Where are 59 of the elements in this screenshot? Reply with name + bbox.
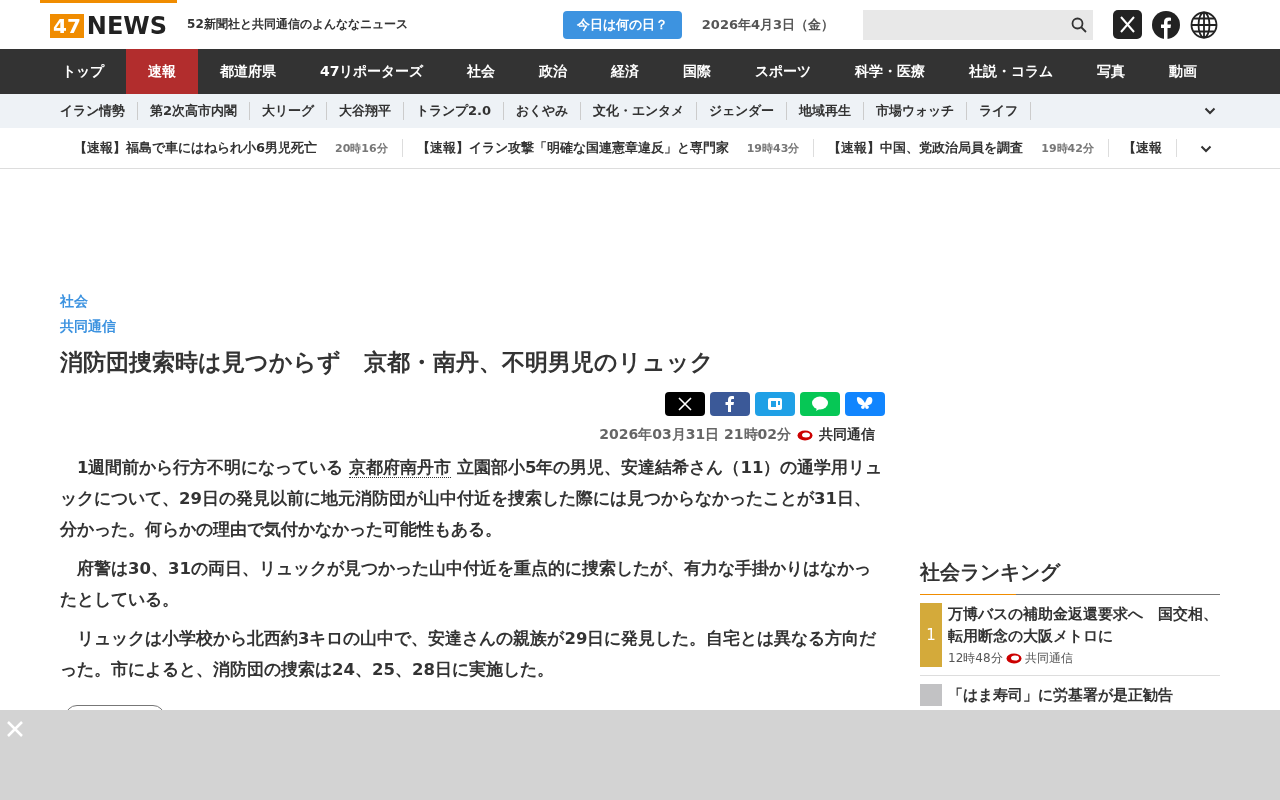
article-title: 消防団捜索時は見つからず 京都・南丹、不明男児のリュック [60,348,715,377]
article-paragraph: 1週間前から行方不明になっている 京都府南丹市 立園部小5年の男児、安達結希さん（11）の通学用リュックについて、29日の発見以前に地元消防団が山中付近を捜索した際には見つからなかったことが31日、分かった。何らかの理由で気付かなかった可能性もある。 [60,457,884,541]
nav-tab[interactable]: 速報 [126,49,198,94]
x-icon[interactable] [1113,10,1142,39]
nav-tab[interactable]: 都道府県 [198,49,298,94]
chevron-down-icon[interactable] [1204,107,1216,115]
topic-link[interactable]: 文化・エンタメ [581,102,698,120]
topic-link[interactable]: 市場ウォッチ [864,102,968,120]
breaking-news-link[interactable]: 【速報】中国、党政治局員を調査 [828,139,1024,157]
chevron-down-icon[interactable] [1200,145,1212,153]
publisher-name: 共同通信 [819,426,875,444]
bookmark-share-button[interactable] [755,392,795,416]
ranking-title: 社会ランキング [920,559,1220,595]
x-icon [678,397,692,411]
nav-tab[interactable]: 社説・コラム [947,49,1076,94]
breaking-news-link[interactable]: 【速報 [1122,139,1162,157]
news-time: 19時43分 [746,140,800,156]
nav-tab[interactable]: 政治 [517,49,590,94]
topic-link[interactable]: イラン情勢 [48,102,138,120]
nav-tab[interactable]: 国際 [661,49,734,94]
search-field[interactable] [863,9,1093,40]
topic-link[interactable]: 地域再生 [787,102,865,120]
facebook-share-button[interactable] [710,392,750,416]
breaking-news-link[interactable]: 【速報】イラン攻撃「明確な国連憲章違反」と専門家 [416,139,729,157]
news-time: 12時48分 [948,650,1003,667]
place-link[interactable]: 京都府南丹市 [349,458,452,478]
news-time: 19時42分 [1041,140,1094,156]
topic-link[interactable]: トランプ2.0 [404,102,505,120]
topic-link[interactable]: 大リーグ [250,102,328,120]
article-paragraph: 府警は30、31の両日、リュックが見つかった山中付近を重点的に捜索したが、有力な手掛かりはなかったとしている。 [60,558,872,611]
publisher-name: 共同通信 [1024,650,1073,667]
facebook-icon [725,396,735,412]
topic-link[interactable]: ライフ [967,102,1032,120]
article-datetime: 2026年03月31日 21時02分 [599,426,791,444]
facebook-icon[interactable] [1152,10,1180,39]
nav-tab[interactable]: スポーツ [733,49,834,94]
breaking-news-link[interactable]: 【速報】福島で車にはねられ小6男児死亡 [74,139,318,157]
x-share-button[interactable] [665,392,705,416]
topic-link[interactable]: 第2次高市内閣 [138,102,251,120]
globe-icon[interactable] [1190,10,1218,39]
rank-number: 1 [920,603,942,667]
article-paragraph: リュックは小学校から北西約3キロの山中で、安達さんの親族が29日に発見した。自宅とは異なる方向だった。市によると、消防団の捜索は24、25、28日に実施した。 [60,628,878,681]
bluesky-share-button[interactable] [845,392,885,416]
topic-link[interactable]: 大谷翔平 [327,102,405,120]
search-icon[interactable] [1071,16,1087,33]
news-time: 20時16分 [335,140,388,156]
nav-tab[interactable]: 社会 [445,49,518,94]
current-date: 2026年4月3日（金） [701,15,835,34]
site-tagline: 52新聞社と共同通信のよんななニュース [187,16,408,33]
nav-tab[interactable]: 47リポーターズ [298,49,446,94]
nav-tab[interactable]: 写真 [1075,49,1148,94]
topic-link[interactable]: ジェンダー [697,102,788,120]
nav-tab[interactable]: 科学・医療 [833,49,948,94]
nav-tab[interactable]: トップ [40,49,126,94]
nav-tab[interactable]: 経済 [589,49,662,94]
ranking-article-link[interactable]: 「はま寿司」に労基署が是正勧告 [948,684,1173,706]
ranking-article-link[interactable]: 万博バスの補助金返還要求へ 国交相、転用断念の大阪メトロに [948,603,1220,647]
nav-tab[interactable]: 動画 [1147,49,1220,94]
topic-link[interactable]: おくやみ [504,102,582,120]
